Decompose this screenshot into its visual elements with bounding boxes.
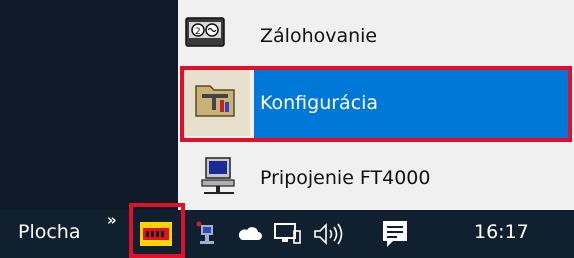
menu-item-label: Konfigurácia [260,92,379,114]
config-tools-folder-icon [195,85,235,117]
menu-item-label: Zálohovanie [260,25,378,47]
menu-item-connection[interactable]: Pripojenie FT4000 [178,142,574,210]
action-center-icon[interactable] [382,220,408,248]
app-tray-icon[interactable] [140,222,172,246]
menu-item-backup[interactable]: 2 Zálohovanie [178,0,574,64]
backup-tape-icon: 2 [185,17,225,47]
cloud-icon[interactable] [238,226,262,242]
network-computer-icon [201,157,235,194]
desktop-toolbar-label[interactable]: Plocha [18,221,81,243]
taskbar-clock[interactable]: 16:17 [474,221,529,243]
svg-text:2: 2 [195,27,201,37]
network-computer-tray-icon[interactable] [196,221,216,247]
network-icon[interactable] [274,223,302,245]
menu-item-label: Pripojenie FT4000 [260,167,431,189]
volume-icon[interactable] [313,223,345,245]
chevron-right-icon[interactable]: » [107,211,117,229]
